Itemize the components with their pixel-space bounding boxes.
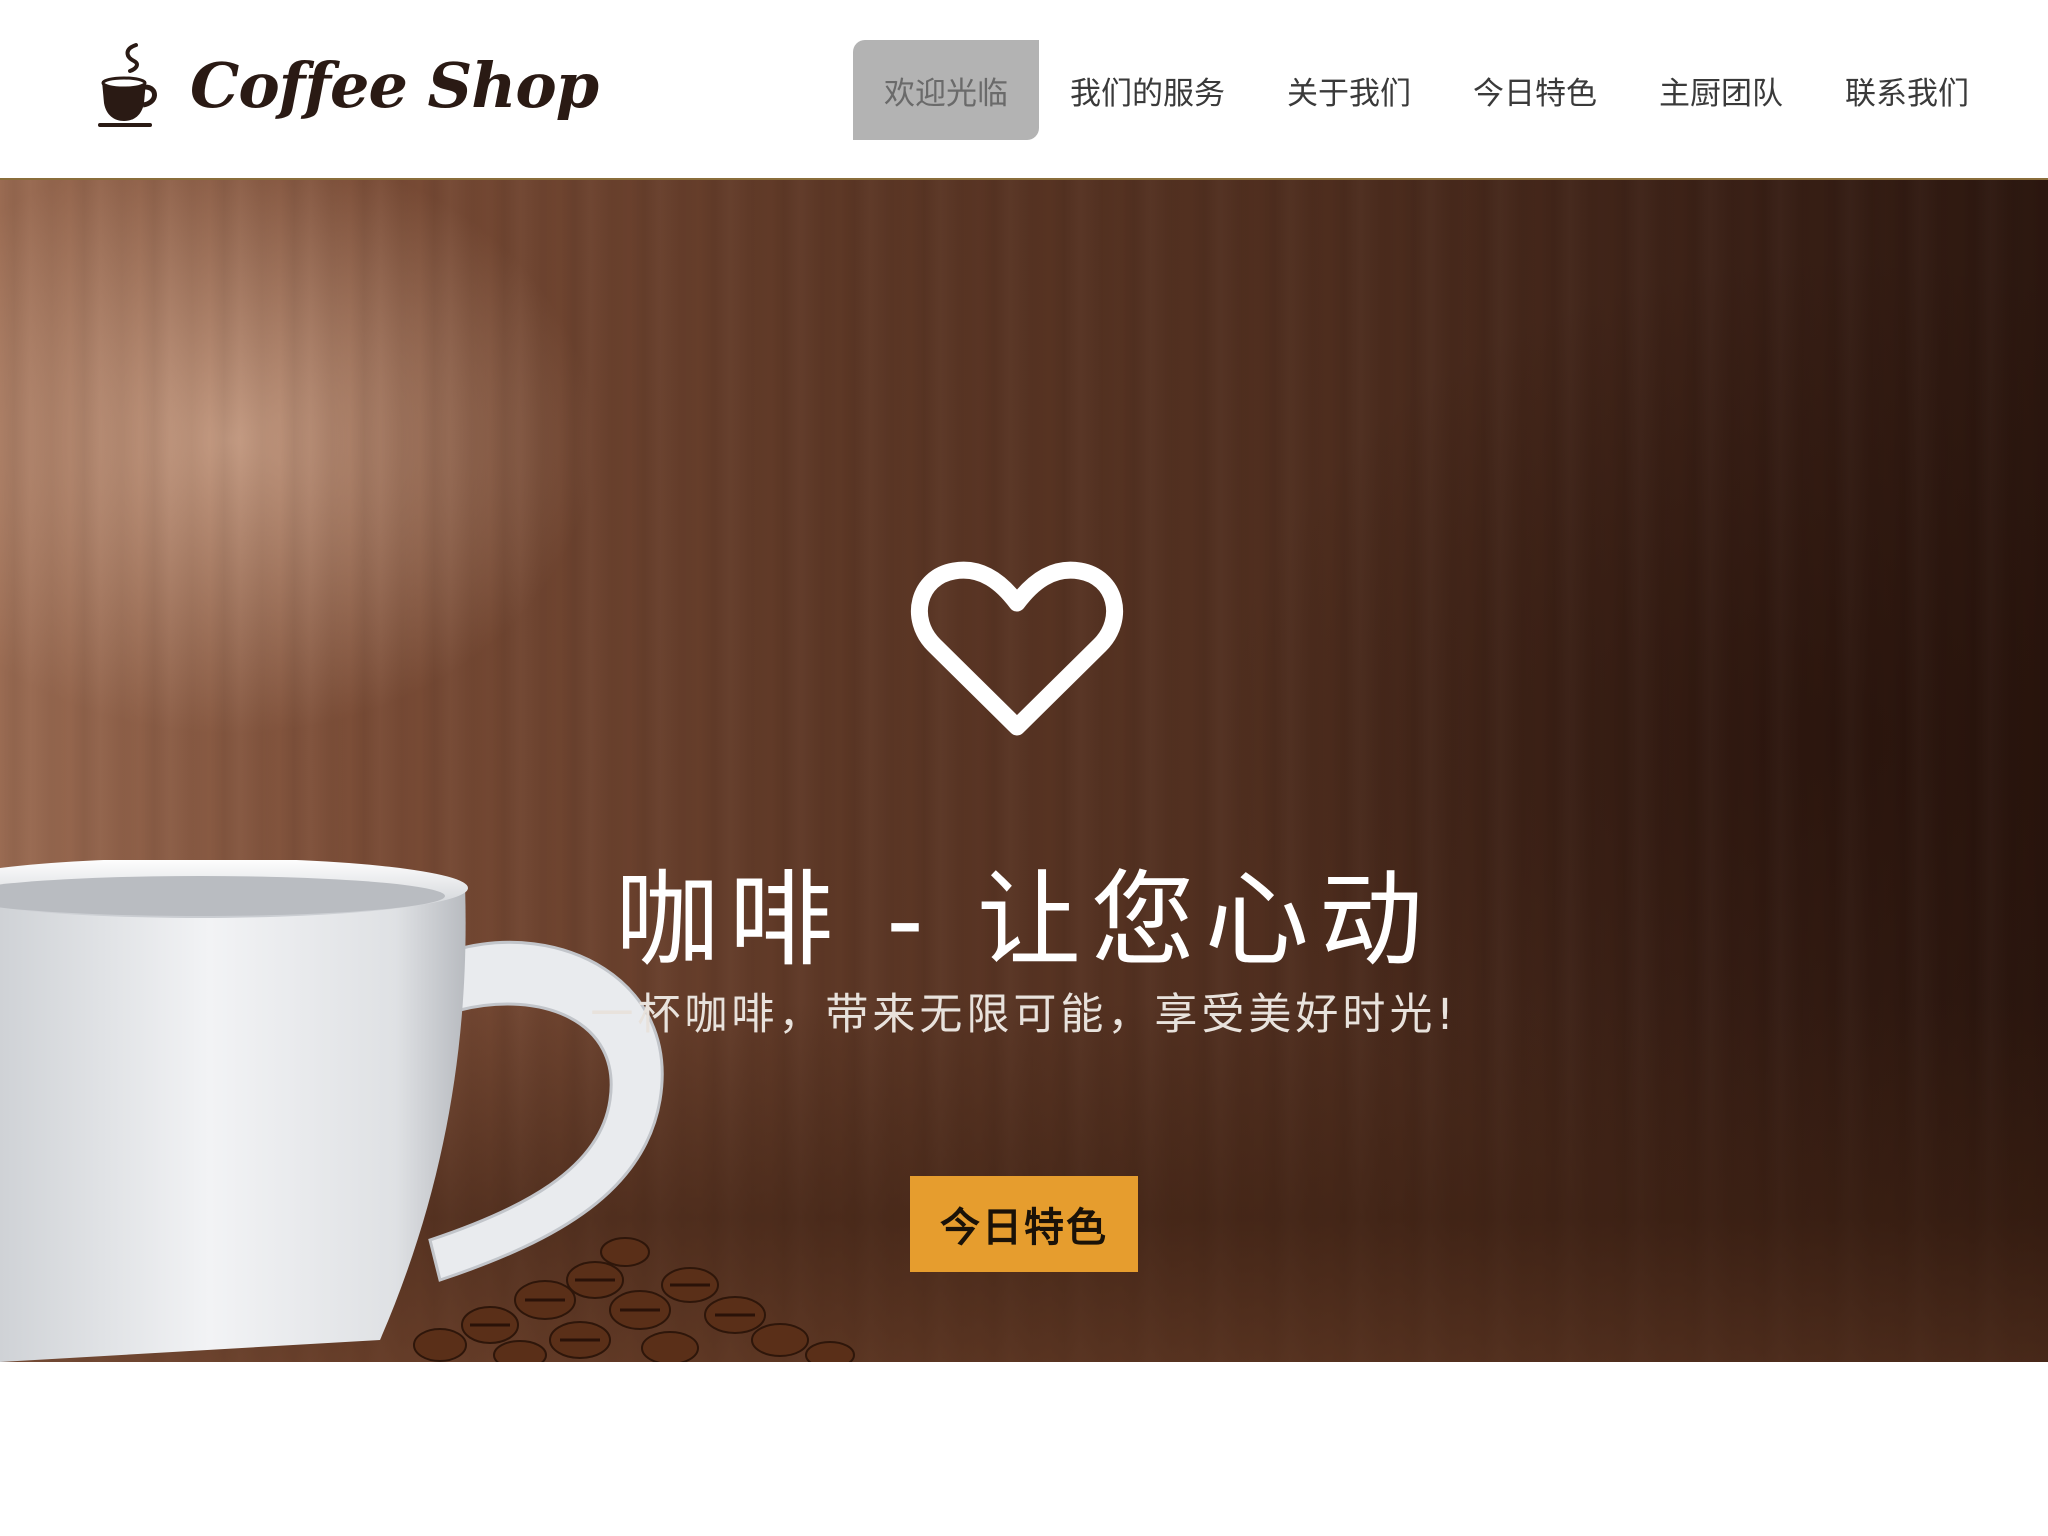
coffee-cup-icon <box>98 43 157 127</box>
hero-subtitle: 一杯咖啡，带来无限可能，享受美好时光! <box>590 990 1458 1040</box>
site-header: Coffee Shop 欢迎光临 我们的服务 关于我们 今日特色 主厨团队 联系… <box>0 0 2048 180</box>
nav-item-about[interactable]: 关于我们 <box>1256 40 1442 140</box>
nav-item-welcome[interactable]: 欢迎光临 <box>853 40 1039 140</box>
nav-item-contact[interactable]: 联系我们 <box>1814 40 2000 140</box>
hero-banner: 咖啡 - 让您心动 一杯咖啡，带来无限可能，享受美好时光! 今日特色 <box>0 180 2048 1362</box>
hero-title: 咖啡 - 让您心动 <box>615 859 1433 981</box>
brand-logo[interactable]: Coffee Shop <box>96 40 599 130</box>
nav-item-services[interactable]: 我们的服务 <box>1039 40 1256 140</box>
brand-name: Coffee Shop <box>190 48 599 122</box>
main-nav: 欢迎光临 我们的服务 关于我们 今日特色 主厨团队 联系我们 <box>853 40 2000 140</box>
todays-special-button[interactable]: 今日特色 <box>910 1176 1138 1272</box>
nav-item-specials[interactable]: 今日特色 <box>1442 40 1628 140</box>
nav-item-chefs[interactable]: 主厨团队 <box>1628 40 1814 140</box>
heart-icon <box>910 561 1124 736</box>
coffee-beans-image <box>413 1237 855 1362</box>
content-area <box>0 1362 2048 1536</box>
